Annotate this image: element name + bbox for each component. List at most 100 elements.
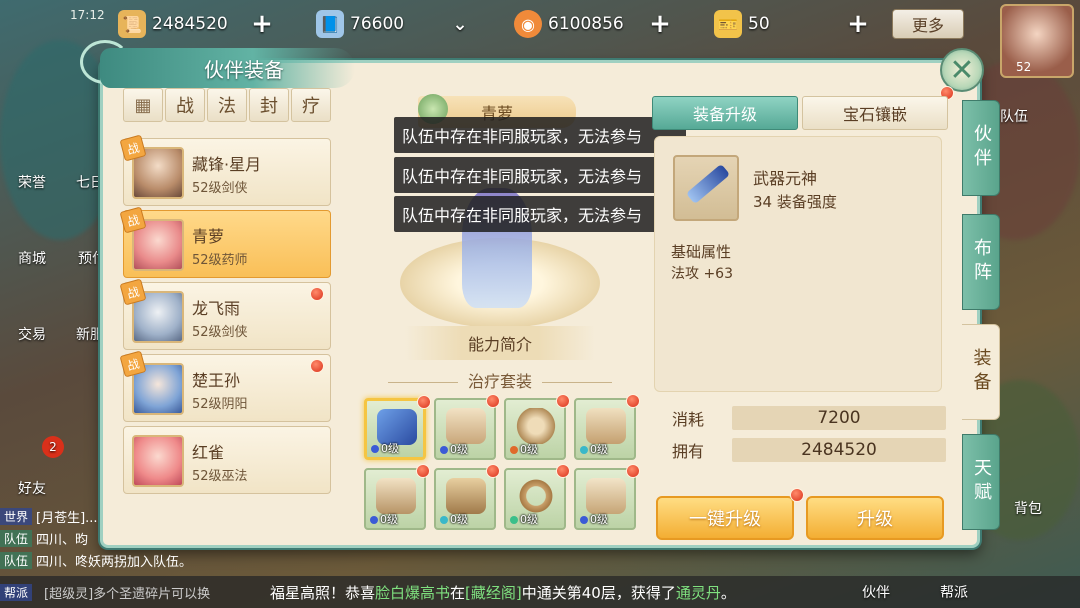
vtab-equipment[interactable]: 装备 xyxy=(962,324,1000,420)
close-icon: ✕ xyxy=(949,52,975,88)
equip-slot-ring[interactable]: 0级 xyxy=(504,464,570,530)
partner-item[interactable]: 红雀 52级巫法 xyxy=(123,426,331,494)
notification-dot xyxy=(486,464,500,478)
friends-badge: 2 xyxy=(42,436,64,458)
necklace-icon xyxy=(516,408,556,444)
gem-icon xyxy=(510,516,518,524)
resource-coin: ◉ 6100856 xyxy=(514,8,624,40)
team-menu[interactable]: 队伍 xyxy=(1000,106,1028,126)
trade-menu[interactable]: 交易 xyxy=(18,324,46,344)
gem-icon xyxy=(370,516,378,524)
one-click-upgrade-button[interactable]: 一键升级 xyxy=(656,496,794,540)
resource-ticket: 🎫 50 xyxy=(714,8,770,40)
tab-equip-upgrade[interactable]: 装备升级 xyxy=(652,96,798,130)
gem-icon xyxy=(371,445,379,453)
shoes-icon xyxy=(586,478,626,514)
coin-icon: ◉ xyxy=(514,10,542,38)
grid-icon: ▦ xyxy=(134,94,152,116)
filter-warrior-button[interactable]: 战 xyxy=(165,88,205,122)
notification-dot xyxy=(310,359,324,373)
chat-line: 世界 [月苍生]... xyxy=(0,505,300,527)
chat-panel[interactable]: 世界 [月苍生]... 队伍 四川、昀 队伍 四川、咚妖两拐加入队伍。 xyxy=(0,505,300,571)
toast-message: 队伍中存在非同服玩家，无法参与 xyxy=(394,157,686,193)
chevron-down-button[interactable]: ⌄ xyxy=(446,10,474,38)
cost-row: 消耗 7200 xyxy=(672,406,946,430)
partner-item[interactable]: 战 龙飞雨 52级剑侠 xyxy=(119,278,331,350)
equip-slot-bracer[interactable]: 0级 xyxy=(434,464,500,530)
notification-dot xyxy=(417,395,431,409)
own-row: 拥有 2484520 xyxy=(672,438,946,462)
weapon-detail-box: 武器元神 34 装备强度 基础属性 法攻 +63 xyxy=(654,136,942,392)
notification-dot xyxy=(310,287,324,301)
character-preview: 青萝 能力简介 治疗套装 0级 0级 0级 0级 0级 0级 0级 0级 xyxy=(350,88,650,538)
nav-guild[interactable]: 帮派 xyxy=(940,582,968,602)
ring-icon xyxy=(516,478,556,514)
vtab-formation[interactable]: 布阵 xyxy=(962,214,1000,310)
gem-icon xyxy=(580,446,588,454)
resource-silver: 📘 76600 xyxy=(316,8,404,40)
cost-value: 7200 xyxy=(732,406,946,430)
gem-icon xyxy=(440,446,448,454)
vtab-talent[interactable]: 天赋 xyxy=(962,434,1000,530)
toast-message: 队伍中存在非同服玩家，无法参与 xyxy=(394,196,686,232)
mall-menu[interactable]: 商城 xyxy=(18,248,46,268)
upgrade-button[interactable]: 升级 xyxy=(806,496,944,540)
silver-scroll-icon: 📘 xyxy=(316,10,344,38)
notification-dot xyxy=(790,488,804,502)
weapon-name: 武器元神 xyxy=(753,169,818,188)
ability-intro-button[interactable]: 能力简介 xyxy=(405,326,595,360)
base-attr-title: 基础属性 xyxy=(671,243,732,261)
notification-dot xyxy=(486,394,500,408)
tab-gem-inlay[interactable]: 宝石镶嵌 xyxy=(802,96,948,130)
bracer-icon xyxy=(446,478,486,514)
player-avatar[interactable]: 52 xyxy=(1000,4,1074,78)
equip-slot-hat[interactable]: 0级 xyxy=(434,394,500,460)
robe-icon xyxy=(586,408,626,444)
equip-slot-shoes[interactable]: 0级 xyxy=(574,464,640,530)
partner-item-selected[interactable]: 战 青萝 52级药师 xyxy=(119,206,331,278)
nav-partner[interactable]: 伙伴 xyxy=(862,582,890,602)
partner-item[interactable]: 战 藏锋·星月 52级剑侠 xyxy=(119,134,331,206)
notification-dot xyxy=(626,464,640,478)
base-attr-value: 法攻 +63 xyxy=(671,266,733,282)
equip-slot-sword[interactable]: 0级 xyxy=(364,395,431,460)
weapon-icon xyxy=(673,155,739,221)
partner-item[interactable]: 战 楚王孙 52级阴阳 xyxy=(119,350,331,422)
notification-dot xyxy=(556,464,570,478)
scroll-icon: 📜 xyxy=(118,10,146,38)
weapon-power: 34 装备强度 xyxy=(753,193,837,211)
add-scroll-button[interactable]: + xyxy=(248,9,276,39)
own-value: 2484520 xyxy=(732,438,946,462)
filter-all-button[interactable]: ▦ xyxy=(123,88,163,122)
more-button[interactable]: 更多 xyxy=(892,9,964,39)
suit-title: 治疗套装 xyxy=(350,368,650,392)
chat-line: 队伍 四川、咚妖两拐加入队伍。 xyxy=(0,549,300,571)
filter-heal-button[interactable]: 疗 xyxy=(291,88,331,122)
equip-slot-belt[interactable]: 0级 xyxy=(364,464,430,530)
hat-icon xyxy=(446,408,486,444)
belt-icon xyxy=(376,478,416,514)
add-coin-button[interactable]: + xyxy=(646,9,674,39)
equip-slot-necklace[interactable]: 0级 xyxy=(504,394,570,460)
vtab-partner[interactable]: 伙伴 xyxy=(962,100,1000,196)
class-filter-row: ▦ 战 法 封 疗 xyxy=(123,88,343,122)
nav-bag[interactable]: 背包 xyxy=(1014,498,1042,518)
friends-menu[interactable]: 好友 xyxy=(18,478,46,498)
clock: 17:12 xyxy=(70,8,105,22)
equip-slot-robe[interactable]: 0级 xyxy=(574,394,640,460)
equipment-detail: 装备升级 宝石镶嵌 武器元神 34 装备强度 基础属性 法攻 +63 消耗 72… xyxy=(652,88,952,540)
filter-seal-button[interactable]: 封 xyxy=(249,88,289,122)
add-ticket-button[interactable]: + xyxy=(844,9,872,39)
toast-message: 队伍中存在非同服玩家，无法参与 xyxy=(394,117,686,153)
honor-menu[interactable]: 荣誉 xyxy=(18,172,46,192)
system-broadcast: 帮派 [超级灵]多个圣遗碎片可以换 福星高照！恭喜 脸白爆高书在 [藏经阁] 中通关第… xyxy=(0,576,1080,608)
panel-title: 伙伴装备 xyxy=(100,48,355,88)
chat-line: 队伍 四川、昀 xyxy=(0,527,300,549)
gem-icon xyxy=(440,516,448,524)
ticket-icon: 🎫 xyxy=(714,10,742,38)
notification-dot xyxy=(416,464,430,478)
partner-list: ▦ 战 法 封 疗 战 藏锋·星月 52级剑侠 战 青萝 52级药师 战 龙飞雨… xyxy=(115,88,343,508)
notification-dot xyxy=(556,394,570,408)
filter-magic-button[interactable]: 法 xyxy=(207,88,247,122)
top-resource-bar: 17:12 📜 2484520 + 📘 76600 ⌄ ◉ 6100856 + … xyxy=(0,0,1080,78)
